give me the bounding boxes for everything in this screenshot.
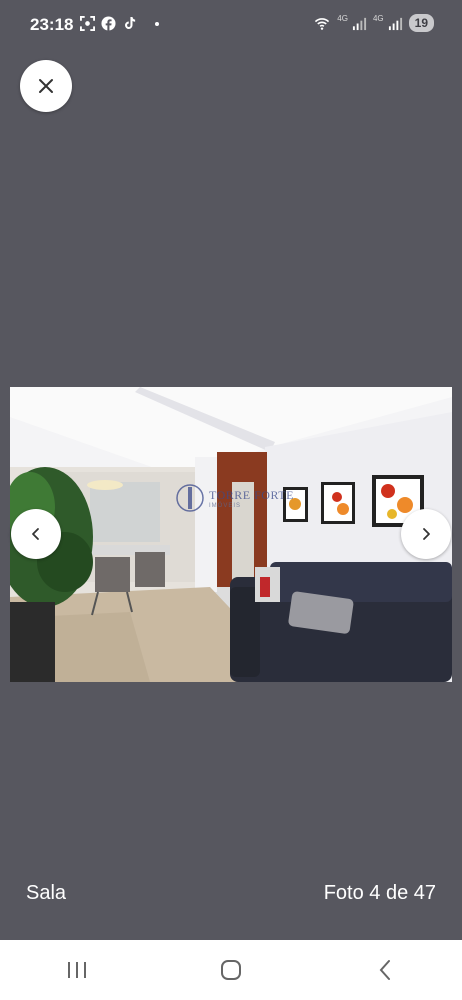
recents-button[interactable] [47,950,107,990]
tiktok-icon [125,16,136,30]
home-icon [221,960,241,980]
back-button[interactable] [355,950,415,990]
recents-icon [68,962,86,978]
logo-icon [176,484,204,512]
chevron-right-icon [423,528,430,540]
room-photo-illustration [10,387,452,682]
previous-photo-button[interactable] [11,509,61,559]
gallery-photo[interactable] [10,387,452,682]
status-bar: 23:18 4G 4G 19 [0,0,462,50]
photo-room-label: Sala [26,882,67,904]
watermark-logo: TORRE FORTE IMÓVEIS [175,483,294,513]
watermark-subtitle: IMÓVEIS [209,502,242,509]
watermark-title: TORRE FORTE [209,487,294,502]
next-photo-button[interactable] [401,509,451,559]
signal-icon-2 [388,17,402,30]
close-button[interactable] [20,60,72,112]
status-right-icons: 4G 4G 19 [313,14,434,32]
status-time: 23:18 [30,15,74,34]
photo-counter: Foto 4 de 47 [323,882,436,904]
facebook-icon [101,16,116,31]
status-left-icons [80,16,159,31]
notification-dot [155,21,159,26]
system-navigation-bar [0,940,462,1000]
back-icon [379,960,390,980]
network-type-2: 4G [372,13,384,23]
home-button[interactable] [201,950,261,990]
signal-icon [352,17,367,30]
network-type-1: 4G [337,13,348,23]
close-icon [39,79,53,93]
battery-indicator: 19 [408,14,434,32]
chevron-left-icon [32,528,39,540]
wifi-icon [315,17,330,30]
screenshot-icon [80,16,95,31]
watermark-text: TORRE FORTE IMÓVEIS [209,488,294,509]
